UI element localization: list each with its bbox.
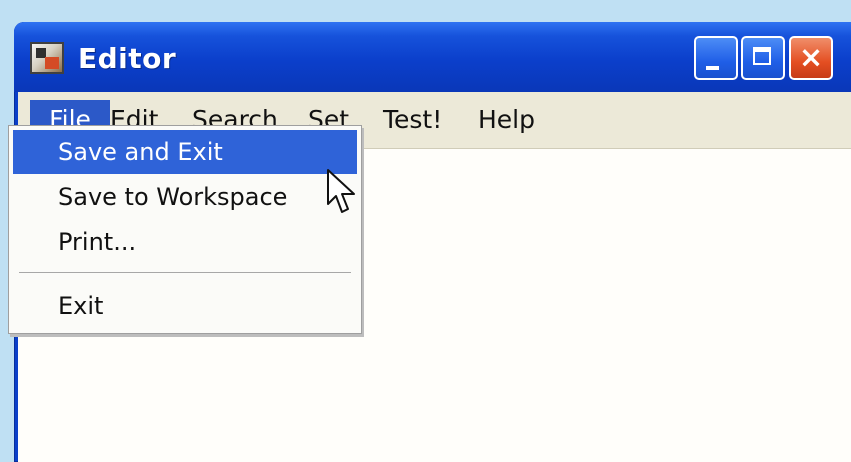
- exit-menu-item[interactable]: Exit: [13, 284, 357, 328]
- mouse-cursor-icon: [327, 169, 355, 213]
- menu-separator: [19, 272, 351, 273]
- close-button[interactable]: ×: [789, 36, 833, 80]
- file-menu-dropdown: Save and Exit Save to Workspace Print...…: [8, 125, 362, 334]
- window-title: Editor: [78, 42, 177, 75]
- minimize-icon: [706, 66, 719, 70]
- print-menu-item[interactable]: Print...: [13, 220, 357, 264]
- maximize-button[interactable]: [741, 36, 785, 80]
- save-and-exit-menu-item[interactable]: Save and Exit: [13, 130, 357, 174]
- save-to-workspace-menu-item[interactable]: Save to Workspace: [13, 175, 357, 219]
- app-icon[interactable]: [30, 42, 64, 74]
- close-icon: ×: [798, 40, 824, 74]
- title-bar[interactable]: Editor ×: [14, 22, 851, 92]
- menu-test[interactable]: Test!: [377, 100, 448, 140]
- maximize-icon: [753, 47, 771, 65]
- menu-help[interactable]: Help: [472, 100, 541, 140]
- minimize-button[interactable]: [694, 36, 738, 80]
